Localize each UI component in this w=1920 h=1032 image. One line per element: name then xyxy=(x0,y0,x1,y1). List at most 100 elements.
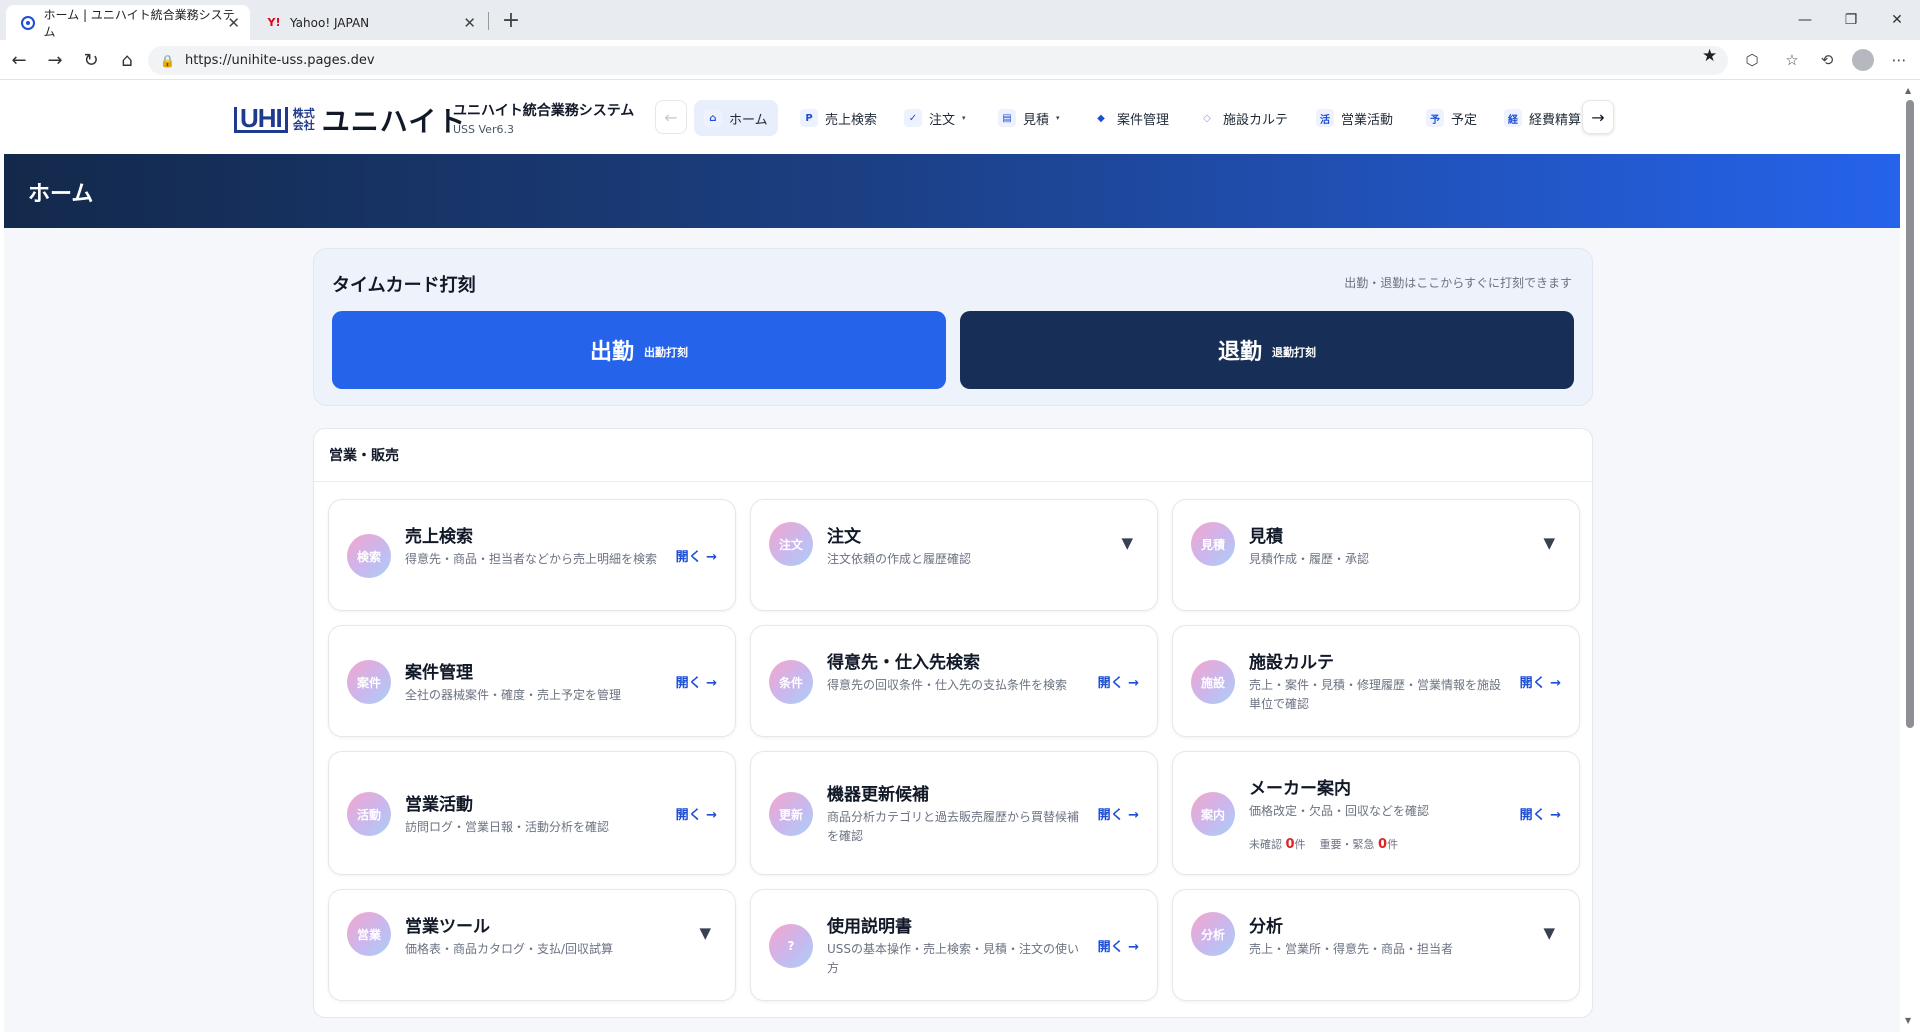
nav-expenses[interactable]: 経 経費精算 xyxy=(1494,100,1591,136)
browser-tab-bar: ホーム | ユニハイト統合業務システム ✕ Y! Yahoo! JAPAN ✕ … xyxy=(0,0,1920,40)
bookmark-star-icon[interactable]: ★ xyxy=(1702,46,1717,66)
extensions-icon[interactable]: ⬡ xyxy=(1737,46,1767,74)
nav-projects[interactable]: ◆ 案件管理 xyxy=(1082,100,1179,136)
home-icon[interactable]: ⌂ xyxy=(112,45,142,75)
expand-triangle-icon[interactable]: ▼ xyxy=(1121,534,1133,552)
expand-triangle-icon[interactable]: ▼ xyxy=(1543,534,1555,552)
nav-scroll-left-button[interactable]: ← xyxy=(655,100,687,134)
url-text: https://unihite-uss.pages.dev xyxy=(184,53,375,68)
open-link[interactable]: 開く → xyxy=(1098,804,1139,823)
tab-title: ホーム | ユニハイト統合業務システム xyxy=(43,7,235,39)
clock-out-sublabel: 退勤打刻 xyxy=(1272,346,1316,359)
system-version: USS Ver6.3 xyxy=(453,123,514,136)
expand-triangle-icon[interactable]: ▼ xyxy=(1543,924,1555,942)
close-window-icon[interactable]: ✕ xyxy=(1874,0,1920,40)
tab-close-icon[interactable]: ✕ xyxy=(463,14,476,32)
card-maker-notice[interactable]: 案内 メーカー案内 価格改定・欠品・回収などを確認 未確認 0件 重要・緊急 0… xyxy=(1172,751,1580,875)
sales-search-card-icon: 検索 xyxy=(347,534,391,578)
nav-label: 売上検索 xyxy=(825,112,878,128)
card-user-manual[interactable]: ? 使用説明書 USSの基本操作・売上検索・見積・注文の使い方 開く → xyxy=(750,889,1158,1001)
nav-sales-activity[interactable]: 活 営業活動 xyxy=(1306,100,1403,136)
card-title: 機器更新候補 xyxy=(827,785,929,805)
restore-icon[interactable]: ❐ xyxy=(1828,0,1874,40)
nav-scroll-right-button[interactable]: → xyxy=(1582,100,1614,134)
card-order[interactable]: 注文 注文 注文依頼の作成と履歴確認 ▼ xyxy=(750,499,1158,611)
browser-tab[interactable]: Y! Yahoo! JAPAN ✕ xyxy=(252,5,486,40)
lock-icon: 🔒 xyxy=(160,53,175,68)
schedule-icon: 予 xyxy=(1426,109,1444,127)
logo-mark: UHI xyxy=(234,105,288,133)
logo-kabushiki: 株式会社 xyxy=(292,107,315,132)
scrollbar-thumb[interactable] xyxy=(1906,100,1914,728)
card-equipment-renewal[interactable]: 更新 機器更新候補 商品分析カテゴリと過去販売履歴から買替候補を確認 開く → xyxy=(750,751,1158,875)
reload-icon[interactable]: ↻ xyxy=(76,45,106,75)
card-project-management[interactable]: 案件 案件管理 全社の器械案件・確度・売上予定を管理 開く → xyxy=(328,625,736,737)
tools-card-icon: 営業 xyxy=(347,912,391,956)
card-analytics[interactable]: 分析 分析 売上・営業所・得意先・商品・担当者 ▼ xyxy=(1172,889,1580,1001)
card-description: 得意先の回収条件・仕入先の支払条件を検索 xyxy=(827,678,1068,692)
open-link[interactable]: 開く → xyxy=(676,804,717,823)
vertical-scrollbar[interactable]: ▲ ▼ xyxy=(1900,80,1920,1032)
facility-card-icon: 施設 xyxy=(1191,660,1235,704)
card-estimate[interactable]: 見積 見積 見積作成・履歴・承認 ▼ xyxy=(1172,499,1580,611)
diamond-icon: ◆ xyxy=(1097,112,1105,124)
card-title: 注文 xyxy=(827,527,861,547)
timecard-panel: タイムカード打刻 出勤・退勤はここからすぐに打刻できます 出勤 出勤打刻 退勤 … xyxy=(313,248,1593,406)
open-link[interactable]: 開く → xyxy=(1520,672,1561,691)
clock-out-label: 退勤 xyxy=(1217,340,1262,365)
card-customer-supplier-search[interactable]: 条件 得意先・仕入先検索 得意先の回収条件・仕入先の支払条件を検索 開く → xyxy=(750,625,1158,737)
nav-label: 注文 xyxy=(929,112,956,128)
card-title: 得意先・仕入先検索 xyxy=(827,653,980,673)
card-sales-search[interactable]: 検索 売上検索 得意先・商品・担当者などから売上明細を検索 開く → xyxy=(328,499,736,611)
favorites-icon[interactable]: ☆ xyxy=(1777,46,1807,74)
scroll-down-icon[interactable]: ▼ xyxy=(1905,1016,1911,1025)
clock-out-button[interactable]: 退勤 退勤打刻 xyxy=(960,311,1574,389)
open-link[interactable]: 開く → xyxy=(676,546,717,565)
card-facility-chart[interactable]: 施設 施設カルテ 売上・案件・見積・修理履歴・営業情報を施設単位で確認 開く → xyxy=(1172,625,1580,737)
open-link[interactable]: 開く → xyxy=(1520,804,1561,823)
card-sales-tools[interactable]: 営業 営業ツール 価格表・商品カタログ・支払/回収試算 ▼ xyxy=(328,889,736,1001)
browser-tab-active[interactable]: ホーム | ユニハイト統合業務システム ✕ xyxy=(6,5,250,40)
timecard-hint: 出勤・退勤はここからすぐに打刻できます xyxy=(1344,276,1572,290)
back-icon[interactable]: ← xyxy=(4,45,34,75)
open-link[interactable]: 開く → xyxy=(1098,936,1139,955)
history-icon[interactable]: ⟲ xyxy=(1812,46,1842,74)
expand-triangle-icon[interactable]: ▼ xyxy=(699,924,711,942)
minimize-icon[interactable]: — xyxy=(1782,0,1828,40)
scroll-up-icon[interactable]: ▲ xyxy=(1905,86,1911,95)
activity-icon: 活 xyxy=(1316,109,1334,127)
card-title: 営業ツール xyxy=(405,917,490,937)
tab-separator xyxy=(488,12,489,30)
tab-close-icon[interactable]: ✕ xyxy=(227,14,240,32)
card-description: 売上・営業所・得意先・商品・担当者 xyxy=(1249,942,1454,956)
nav-order[interactable]: ✓ 注文 ▾ xyxy=(894,100,976,136)
open-link[interactable]: 開く → xyxy=(676,672,717,691)
system-name-block: ユニハイト統合業務システム USS Ver6.3 xyxy=(453,100,634,136)
app-header: UHI 株式会社 ユニハイト ユニハイト統合業務システム USS Ver6.3 … xyxy=(4,80,1900,154)
clock-in-button[interactable]: 出勤 出勤打刻 xyxy=(332,311,946,389)
expense-icon: 経 xyxy=(1504,109,1522,127)
card-title: 案件管理 xyxy=(405,663,473,683)
nav-sales-search[interactable]: P 売上検索 xyxy=(790,100,887,136)
profile-avatar[interactable] xyxy=(1848,46,1878,74)
nav-facility-chart[interactable]: ◇ 施設カルテ xyxy=(1188,100,1298,136)
address-bar-row: ← → ↻ ⌂ 🔒 https://unihite-uss.pages.dev … xyxy=(0,40,1920,80)
order-card-icon: 注文 xyxy=(769,522,813,566)
open-link[interactable]: 開く → xyxy=(1098,672,1139,691)
card-description: 売上・案件・見積・修理履歴・営業情報を施設単位で確認 xyxy=(1249,678,1502,711)
card-sales-activity[interactable]: 活動 営業活動 訪問ログ・営業日報・活動分析を確認 開く → xyxy=(328,751,736,875)
url-input[interactable]: 🔒 https://unihite-uss.pages.dev xyxy=(148,46,1728,75)
nav-estimate[interactable]: ▤ 見積 ▾ xyxy=(988,100,1070,136)
nav-label: 施設カルテ xyxy=(1223,112,1289,128)
nav-label: 案件管理 xyxy=(1117,112,1170,128)
forward-icon[interactable]: → xyxy=(40,45,70,75)
nav-label: ホーム xyxy=(729,112,768,128)
logo-name: ユニハイト xyxy=(321,105,467,138)
new-tab-icon[interactable]: + xyxy=(496,5,526,35)
clock-in-label: 出勤 xyxy=(589,340,634,365)
notice-stats: 未確認 0件 重要・緊急 0件 xyxy=(1249,836,1398,852)
nav-schedule[interactable]: 予 予定 xyxy=(1416,100,1487,136)
more-menu-icon[interactable]: ⋯ xyxy=(1884,46,1914,74)
nav-home[interactable]: ⌂ ホーム xyxy=(694,100,778,136)
dropdown-caret-icon: ▾ xyxy=(1056,114,1060,122)
